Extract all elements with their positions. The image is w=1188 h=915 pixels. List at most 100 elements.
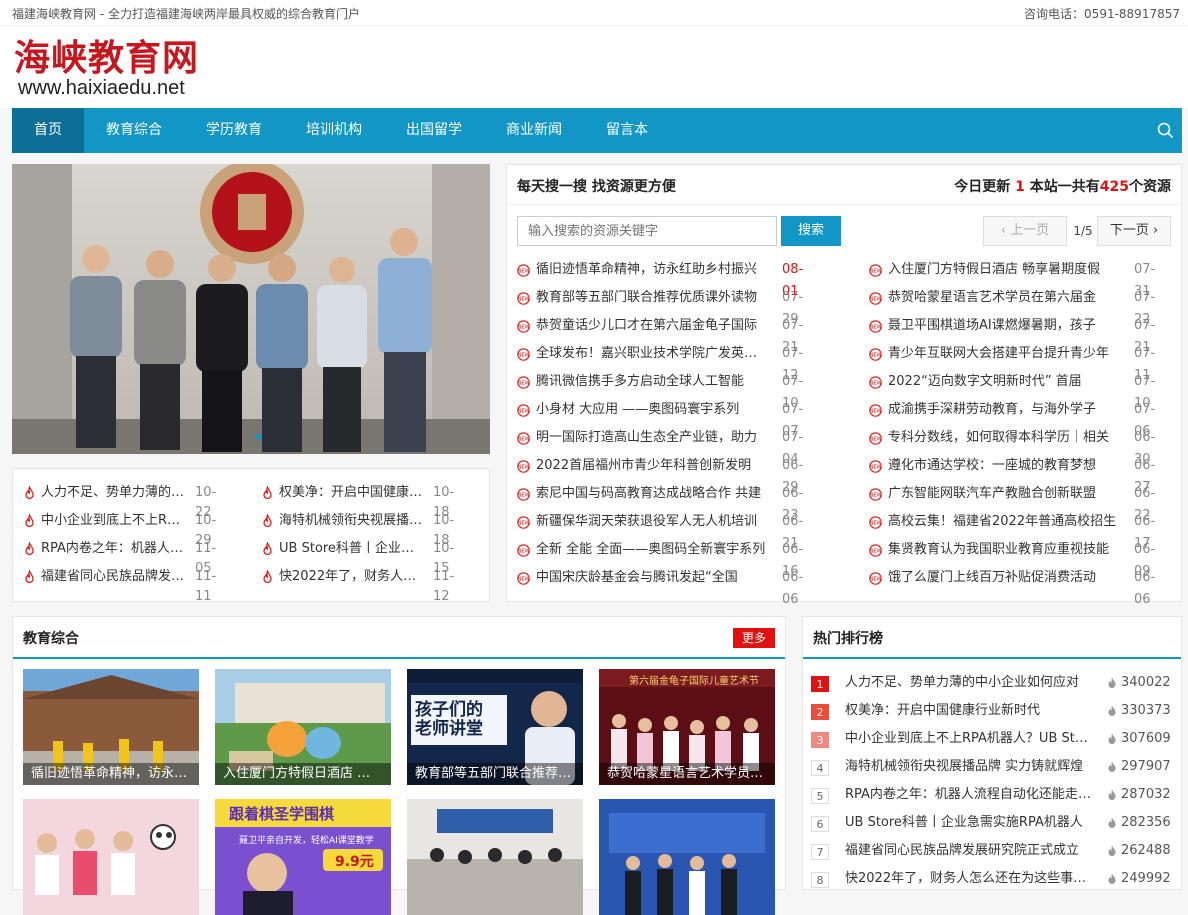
ranking-title[interactable]: 福建省同心民族品牌发展研究院正式成立 [845, 840, 1093, 862]
new-badge-icon: NEW [517, 544, 530, 557]
ranking-title[interactable]: 中小企业到底上不上RPA机器人？UB Store [845, 728, 1093, 750]
card-caption[interactable]: 入住厦门方特假日酒店 畅享暑期度假 [215, 763, 391, 785]
edu-general-section: 教育综合 更多 循旧迹悟革命精神，访永红助乡村振兴 入住厦门方特假日酒店 畅享暑… [12, 616, 786, 915]
article-card[interactable]: 循旧迹悟革命精神，访永红助乡村振兴 [23, 669, 199, 785]
card-caption[interactable]: 教育部等五部门联合推荐优质课外读物 [407, 763, 583, 785]
hot-ranking: 热门排行榜 1 人力不足、势单力薄的中小企业如何应对 340022 2 权美净：开启中国… [802, 616, 1182, 890]
new-badge-icon: NEW [869, 432, 882, 445]
search-panel: 每天搜一搜 找资源更方便 今日更新 1 本站一共有425个资源 搜索 ‹ 上一页… [506, 164, 1182, 607]
article-card[interactable] [23, 799, 199, 915]
fire-icon [1108, 845, 1116, 856]
ranking-title[interactable]: RPA内卷之年：机器人流程自动化还能走多远 [845, 784, 1093, 806]
ranking-item[interactable]: 6 UB Store科普丨企业急需实施RPA机器人 282356 [811, 812, 1173, 834]
svg-text:NEW: NEW [518, 268, 530, 274]
rank-number: 2 [811, 704, 829, 720]
prev-page-button[interactable]: ‹ 上一页 [983, 216, 1067, 246]
svg-text:NEW: NEW [518, 492, 530, 498]
svg-text:NEW: NEW [870, 268, 882, 274]
article-card[interactable] [599, 799, 775, 915]
search-icon[interactable] [1157, 122, 1174, 139]
card-poster-sub: 聂卫平亲自开发，轻松AI课堂教学 [239, 836, 374, 846]
ranking-item[interactable]: 2 权美净：开启中国健康行业新时代 330373 [811, 700, 1173, 722]
rank-number: 3 [811, 732, 829, 748]
new-badge-icon: NEW [517, 432, 530, 445]
card-image [599, 799, 775, 915]
ranking-item[interactable]: 8 快2022年了，财务人怎么还在为这些事发愁 249992 [811, 868, 1173, 890]
new-badge-icon: NEW [869, 544, 882, 557]
contact-phone: 咨询电话：0591-88917857 [1024, 7, 1180, 21]
section-title: 热门排行榜 [813, 631, 883, 647]
nav-business-news[interactable]: 商业新闻 [484, 108, 584, 153]
page-indicator: 1/5 [1073, 224, 1093, 238]
ranking-item[interactable]: 5 RPA内卷之年：机器人流程自动化还能走多远 287032 [811, 784, 1173, 806]
svg-text:NEW: NEW [870, 492, 882, 498]
new-badge-icon: NEW [517, 292, 530, 305]
new-badge-icon: NEW [869, 376, 882, 389]
view-count: 287032 [1121, 787, 1171, 802]
search-button[interactable]: 搜索 [781, 216, 841, 246]
ranking-title[interactable]: 人力不足、势单力薄的中小企业如何应对 [845, 672, 1093, 694]
ranking-item[interactable]: 3 中小企业到底上不上RPA机器人？UB Store 307609 [811, 728, 1173, 750]
svg-text:NEW: NEW [518, 436, 530, 442]
fire-icon [1108, 705, 1116, 716]
ranking-item[interactable]: 4 海特机械领衔央视展播品牌 实力铸就辉煌 297907 [811, 756, 1173, 778]
svg-text:NEW: NEW [870, 548, 882, 554]
nav-home[interactable]: 首页 [12, 108, 84, 153]
svg-text:NEW: NEW [870, 296, 882, 302]
new-badge-icon: NEW [517, 572, 530, 585]
site-logo[interactable]: 海峡教育网 [14, 36, 199, 80]
ranking-item[interactable]: 7 福建省同心民族品牌发展研究院正式成立 262488 [811, 840, 1173, 862]
card-caption[interactable]: 循旧迹悟革命精神，访永红助乡村振兴 [23, 763, 199, 785]
new-badge-icon: NEW [869, 348, 882, 361]
section-title: 教育综合 [23, 631, 79, 647]
svg-text:NEW: NEW [518, 296, 530, 302]
new-badge-icon: NEW [517, 404, 530, 417]
carousel-dot-1[interactable] [256, 434, 262, 440]
new-badge-icon: NEW [869, 460, 882, 473]
fire-icon [1108, 733, 1116, 744]
fire-icon [25, 542, 34, 556]
rank-number: 6 [811, 816, 829, 832]
ranking-title[interactable]: 权美净：开启中国健康行业新时代 [845, 700, 1093, 722]
more-button[interactable]: 更多 [733, 628, 775, 648]
ranking-title[interactable]: 快2022年了，财务人怎么还在为这些事发愁 [845, 868, 1093, 890]
view-count: 340022 [1121, 675, 1171, 690]
fire-icon [263, 486, 272, 500]
nav-edu-general[interactable]: 教育综合 [84, 108, 184, 153]
ranking-item[interactable]: 1 人力不足、势单力薄的中小企业如何应对 340022 [811, 672, 1173, 694]
article-card[interactable] [407, 799, 583, 915]
next-page-button[interactable]: 下一页 › [1097, 216, 1171, 246]
ranking-title[interactable]: 海特机械领衔央视展播品牌 实力铸就辉煌 [845, 756, 1093, 778]
resource-search-input[interactable] [517, 216, 777, 246]
svg-text:NEW: NEW [870, 380, 882, 386]
view-count: 330373 [1121, 703, 1171, 718]
article-card[interactable]: 跟着棋圣学围棋 聂卫平亲自开发，轻松AI课堂教学 9.9元 [215, 799, 391, 915]
article-card[interactable]: 第六届金龟子国际儿童艺术节 恭贺哈蒙星语言艺术学员在第六届 [599, 669, 775, 785]
view-count: 282356 [1121, 815, 1171, 830]
nav-study-abroad[interactable]: 出国留学 [384, 108, 484, 153]
banner-image [12, 164, 490, 454]
svg-text:NEW: NEW [518, 464, 530, 470]
rank-number: 8 [811, 872, 829, 888]
resource-stats: 今日更新 1 本站一共有425个资源 [954, 179, 1171, 195]
card-banner-text: 孩子们的 老师讲堂 [415, 700, 483, 739]
card-image [407, 799, 583, 915]
card-caption[interactable]: 恭贺哈蒙星语言艺术学员在第六届 [599, 763, 775, 785]
article-card[interactable]: 孩子们的 老师讲堂 教育部等五部门联合推荐优质课外读物 [407, 669, 583, 785]
new-badge-icon: NEW [869, 320, 882, 333]
svg-text:NEW: NEW [870, 352, 882, 358]
rank-number: 5 [811, 788, 829, 804]
new-badge-icon: NEW [869, 264, 882, 277]
svg-text:NEW: NEW [518, 352, 530, 358]
nav-degree-edu[interactable]: 学历教育 [184, 108, 284, 153]
fire-icon [25, 514, 34, 528]
ranking-title[interactable]: UB Store科普丨企业急需实施RPA机器人 [845, 812, 1093, 834]
article-card[interactable]: 入住厦门方特假日酒店 畅享暑期度假 [215, 669, 391, 785]
nav-training[interactable]: 培训机构 [284, 108, 384, 153]
banner-carousel[interactable] [12, 164, 490, 454]
new-badge-icon: NEW [517, 320, 530, 333]
nav-guestbook[interactable]: 留言本 [584, 108, 670, 153]
fire-icon [1108, 789, 1116, 800]
new-badge-icon: NEW [517, 460, 530, 473]
svg-text:NEW: NEW [518, 548, 530, 554]
